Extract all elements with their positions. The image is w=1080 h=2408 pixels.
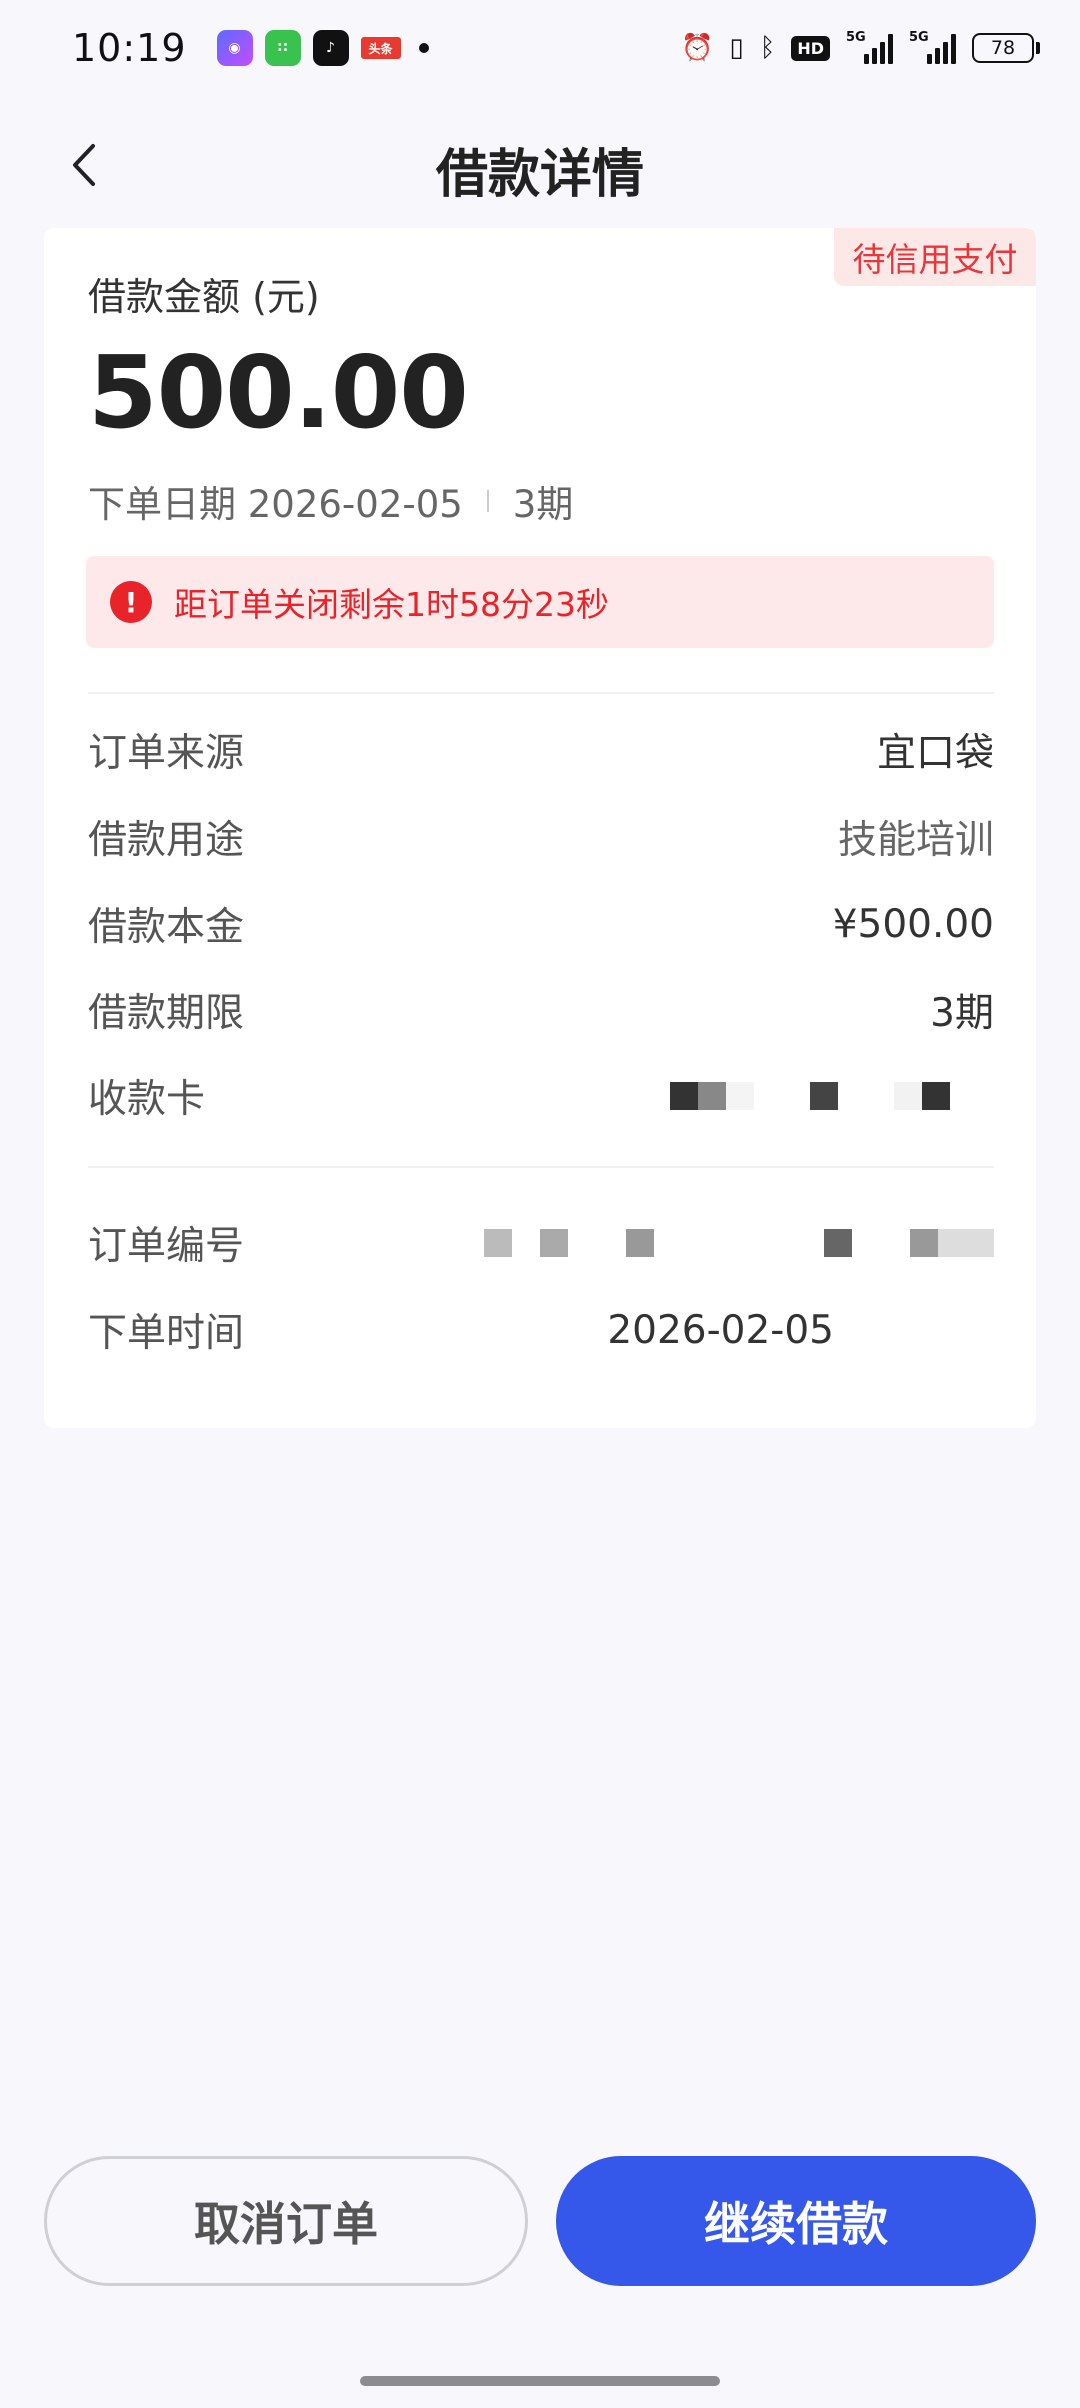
row-value: 宜口袋 (876, 731, 994, 776)
row-label: 借款本金 (88, 905, 245, 950)
loan-detail-card: 待信用支付 借款金额 (元) 500.00 下单日期 2026-02-05 3期… (44, 228, 1036, 1428)
row-order-source: 订单来源 宜口袋 (88, 720, 994, 780)
countdown-banner: ! 距订单关闭剩余1时58分23秒 (86, 556, 994, 648)
order-meta: 下单日期 2026-02-05 3期 (88, 474, 573, 528)
vibrate-icon: ▯ (729, 33, 744, 63)
amount-label: 借款金额 (元) (88, 275, 320, 319)
divider (88, 692, 994, 694)
row-value: 技能培训 (837, 818, 994, 863)
row-order-time: 下单时间 2026-02-05 (88, 1300, 994, 1360)
row-label: 借款期限 (88, 991, 245, 1036)
row-value: 2026-02-05 (607, 1307, 834, 1353)
status-bar: 10:19 ◉ ∷ ♪ 头条 ⏰ ▯ ᛒ HD 5G 5G 78 (0, 0, 1080, 96)
row-label: 订单来源 (88, 731, 245, 776)
alert-icon: ! (110, 581, 152, 623)
row-order-number[interactable]: 订单编号 (88, 1213, 994, 1273)
row-receiving-card[interactable]: 收款卡 (88, 1066, 994, 1126)
alarm-icon: ⏰ (681, 33, 714, 63)
signal-5g-icon-2: 5G (909, 30, 956, 64)
amount-value: 500.00 (88, 334, 469, 451)
row-label: 订单编号 (88, 1224, 245, 1269)
notification-dot (418, 43, 429, 53)
row-value: 3期 (930, 991, 994, 1036)
meta-separator (486, 490, 489, 512)
signal-label: 5G (846, 30, 866, 45)
divider (88, 1166, 994, 1168)
status-time: 10:19 (72, 26, 187, 70)
status-app-icons: ◉ ∷ ♪ 头条 (216, 30, 401, 66)
masked-order-number (484, 1229, 994, 1257)
wechat-mini-icon: ∷ (264, 30, 301, 66)
signal-5g-icon: 5G (846, 30, 893, 64)
masked-card-number (670, 1082, 994, 1110)
page-title: 借款详情 (435, 145, 644, 205)
countdown-text: 距订单关闭剩余1时58分23秒 (174, 585, 609, 624)
status-badge: 待信用支付 (834, 228, 1036, 286)
nav-bar: 借款详情 (0, 110, 1080, 220)
douyin-icon: ♪ (312, 30, 349, 66)
battery-icon: 78 (972, 33, 1040, 63)
order-periods: 3期 (512, 483, 574, 526)
row-principal: 借款本金 ¥500.00 (88, 894, 994, 954)
signal-label-2: 5G (909, 30, 929, 45)
hd-voice-icon: HD (791, 35, 830, 61)
row-label: 收款卡 (88, 1077, 206, 1122)
battery-level: 78 (972, 33, 1034, 63)
cancel-order-button[interactable]: 取消订单 (44, 2156, 528, 2286)
status-indicators: ⏰ ▯ ᛒ HD 5G 5G 78 (681, 30, 1040, 64)
camera-app-icon: ◉ (216, 30, 253, 66)
row-value: ¥500.00 (832, 901, 994, 947)
row-loan-purpose: 借款用途 技能培训 (88, 807, 994, 867)
toutiao-icon: 头条 (360, 37, 401, 59)
home-indicator[interactable] (360, 2376, 720, 2386)
continue-loan-button[interactable]: 继续借款 (556, 2156, 1036, 2286)
order-date: 下单日期 2026-02-05 (88, 483, 463, 526)
row-term: 借款期限 3期 (88, 980, 994, 1040)
row-label: 借款用途 (88, 818, 245, 863)
bluetooth-icon: ᛒ (759, 33, 776, 63)
row-label: 下单时间 (88, 1311, 245, 1356)
